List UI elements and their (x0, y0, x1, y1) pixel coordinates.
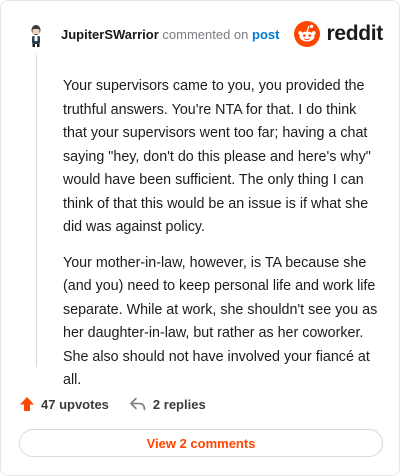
replies-count: 2 replies (152, 396, 206, 412)
reddit-wordmark: reddit (326, 22, 383, 45)
upvote-button[interactable]: 47 upvotes (19, 396, 109, 412)
upvote-arrow-icon (20, 397, 34, 411)
comment-paragraph: Your supervisors came to you, you provid… (63, 78, 371, 235)
view-comments-label: View 2 comments (146, 435, 256, 451)
comment-meta: JupiterSWarrior commented on post (61, 27, 279, 43)
commented-on-text: commented on (162, 27, 249, 42)
reddit-snoo-icon (294, 21, 321, 47)
view-comments-button[interactable]: View 2 comments (19, 429, 383, 457)
comment-header: JupiterSWarrior commented on post reddit (25, 21, 383, 47)
username-link[interactable]: JupiterSWarrior (61, 27, 159, 42)
comment-actions: 47 upvotes 2 replies (19, 393, 206, 415)
post-link[interactable]: post (252, 27, 279, 42)
thread-line (36, 55, 37, 367)
comment-paragraph: Your mother-in-law, however, is TA becau… (63, 254, 378, 389)
comment-body: Your supervisors came to you, you provid… (63, 75, 383, 405)
reply-arrow-icon (130, 397, 146, 411)
replies-button[interactable]: 2 replies (129, 396, 206, 412)
reddit-logo[interactable]: reddit (294, 21, 383, 47)
upvote-count: 47 upvotes (41, 396, 109, 412)
user-avatar-icon[interactable] (25, 23, 47, 47)
comment-card: JupiterSWarrior commented on post reddit… (0, 0, 400, 476)
